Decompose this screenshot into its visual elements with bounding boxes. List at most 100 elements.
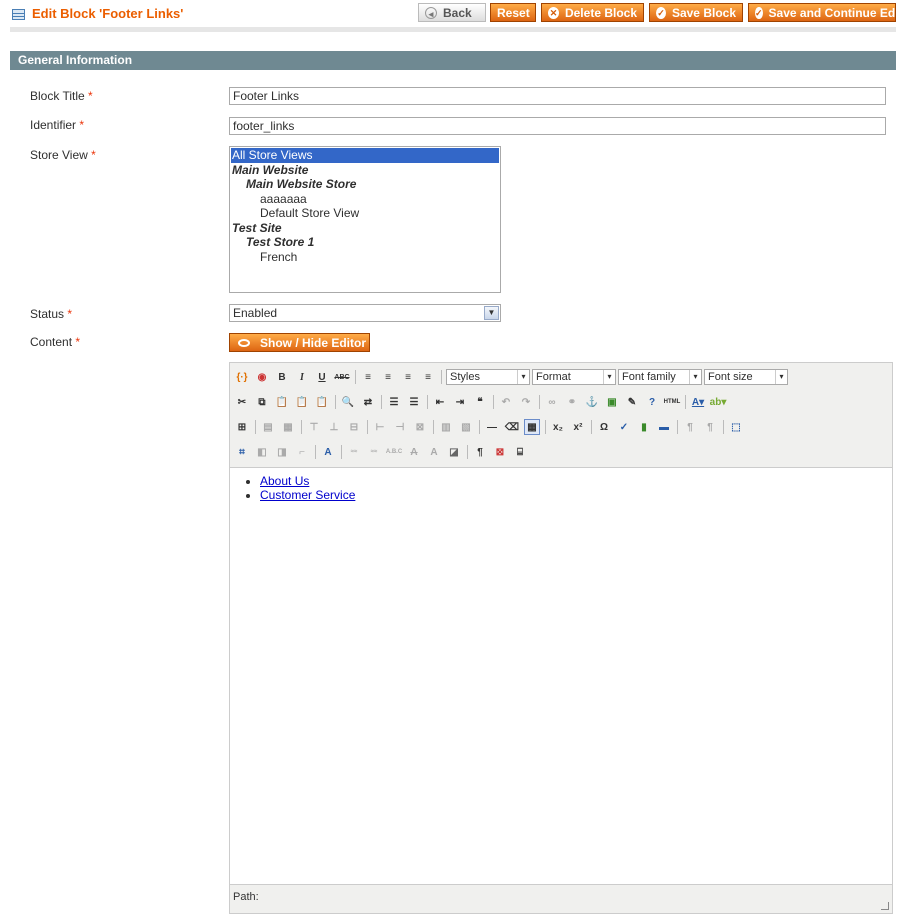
split-cells-icon[interactable]: ▥ — [438, 419, 454, 435]
image-icon[interactable]: ◉ — [254, 369, 270, 385]
store-view-group: Main Website Store — [246, 177, 357, 191]
store-view-option[interactable]: Default Store View — [231, 206, 499, 221]
nonbreaking-icon[interactable]: ⊠ — [492, 444, 508, 460]
paste-icon[interactable]: 📋 — [274, 394, 290, 410]
save-continue-button[interactable]: ✓ Save and Continue Edit — [748, 3, 903, 22]
content-list: About Us Customer Service — [260, 474, 892, 502]
cite-icon[interactable]: ≈≈ — [346, 444, 362, 460]
align-justify-icon[interactable]: ≡ — [420, 369, 436, 385]
highlight-color-icon[interactable]: ab▾ — [710, 394, 727, 410]
font-size-label: Font size — [708, 371, 753, 383]
store-view-option[interactable]: All Store Views — [231, 148, 499, 163]
status-select[interactable]: Enabled ▼ — [229, 304, 501, 322]
back-button[interactable]: ◂ Back — [418, 3, 486, 22]
save-block-button[interactable]: ✓ Save Block — [649, 3, 743, 22]
bullet-list-icon[interactable]: ☰ — [386, 394, 402, 410]
find-icon[interactable]: 🔍 — [340, 394, 356, 410]
delete-block-button[interactable]: ✕ Delete Block — [541, 3, 644, 22]
style-props-icon[interactable]: A — [320, 444, 336, 460]
resize-handle-icon[interactable] — [881, 902, 889, 910]
insert-col-before-icon[interactable]: ⊢ — [372, 419, 388, 435]
format-select[interactable]: Format ▾ — [532, 369, 616, 385]
label-text: Block Title — [30, 89, 85, 103]
font-size-select[interactable]: Font size ▾ — [704, 369, 788, 385]
ins-icon[interactable]: A — [426, 444, 442, 460]
store-view-option[interactable]: aaaaaaa — [231, 192, 499, 207]
bold-icon[interactable]: B — [274, 369, 290, 385]
ltr-icon[interactable]: ¶ — [682, 419, 698, 435]
delete-col-icon[interactable]: ⊠ — [412, 419, 428, 435]
status-label: Status * — [30, 307, 72, 321]
absolute-icon[interactable]: ⌐ — [294, 444, 310, 460]
acronym-icon[interactable]: A.B.C — [386, 444, 402, 460]
remove-format-icon[interactable]: ⌫ — [504, 419, 520, 435]
show-hide-editor-button[interactable]: Show / Hide Editor — [229, 333, 370, 352]
text-color-icon[interactable]: A▾ — [690, 394, 706, 410]
chevron-down-icon[interactable]: ▼ — [484, 306, 499, 320]
identifier-input[interactable]: footer_links — [229, 117, 886, 135]
rtl-icon[interactable]: ¶ — [702, 419, 718, 435]
visual-aid-icon[interactable]: ▦ — [524, 419, 540, 435]
spellcheck-icon[interactable]: ✓ — [616, 419, 632, 435]
media-icon[interactable]: ▮ — [636, 419, 652, 435]
reset-label: Reset — [497, 5, 530, 20]
fullscreen-icon[interactable]: ⬚ — [728, 419, 744, 435]
abbr-icon[interactable]: ≈≈ — [366, 444, 382, 460]
outdent-icon[interactable]: ⇤ — [432, 394, 448, 410]
copy-icon[interactable]: ⧉ — [254, 394, 270, 410]
move-forward-icon[interactable]: ◧ — [254, 444, 270, 460]
insert-row-after-icon[interactable]: ⊥ — [326, 419, 342, 435]
unlink-icon[interactable]: ⚭ — [564, 394, 580, 410]
editor-content-area[interactable]: About Us Customer Service — [230, 467, 892, 885]
strikethrough-icon[interactable]: ABC — [334, 369, 350, 385]
direction-icon[interactable]: ▬ — [656, 419, 672, 435]
insert-col-after-icon[interactable]: ⊣ — [392, 419, 408, 435]
attributes-icon[interactable]: ◪ — [446, 444, 462, 460]
align-left-icon[interactable]: ≡ — [360, 369, 376, 385]
superscript-icon[interactable]: x² — [570, 419, 586, 435]
replace-icon[interactable]: ⇄ — [360, 394, 376, 410]
paste-text-icon[interactable]: 📋 — [294, 394, 310, 410]
underline-icon[interactable]: U — [314, 369, 330, 385]
numbered-list-icon[interactable]: ☰ — [406, 394, 422, 410]
merge-cells-icon[interactable]: ▧ — [458, 419, 474, 435]
link-icon[interactable]: ∞ — [544, 394, 560, 410]
delete-row-icon[interactable]: ⊟ — [346, 419, 362, 435]
redo-icon[interactable]: ↷ — [518, 394, 534, 410]
insert-row-before-icon[interactable]: ⊤ — [306, 419, 322, 435]
font-family-select[interactable]: Font family ▾ — [618, 369, 702, 385]
customer-service-link[interactable]: Customer Service — [260, 488, 355, 502]
italic-icon[interactable]: I — [294, 369, 310, 385]
del-icon[interactable]: A — [406, 444, 422, 460]
insert-image-icon[interactable]: ▣ — [604, 394, 620, 410]
store-view-option[interactable]: French — [231, 250, 499, 265]
edit-table-icon[interactable]: ⊞ — [234, 419, 250, 435]
subscript-icon[interactable]: x₂ — [550, 419, 566, 435]
about-us-link[interactable]: About Us — [260, 474, 309, 488]
cleanup-icon[interactable]: ✎ — [624, 394, 640, 410]
indent-icon[interactable]: ⇥ — [452, 394, 468, 410]
paste-word-icon[interactable]: 📋 — [314, 394, 330, 410]
align-center-icon[interactable]: ≡ — [380, 369, 396, 385]
reset-button[interactable]: Reset — [490, 3, 536, 22]
store-view-multiselect[interactable]: All Store Views Main Website Main Website … — [229, 146, 501, 293]
styles-select[interactable]: Styles ▾ — [446, 369, 530, 385]
page-break-icon[interactable]: ⌸ — [512, 444, 528, 460]
html-source-icon[interactable]: HTML — [664, 394, 681, 410]
align-right-icon[interactable]: ≡ — [400, 369, 416, 385]
show-blocks-icon[interactable]: ¶ — [472, 444, 488, 460]
undo-icon[interactable]: ↶ — [498, 394, 514, 410]
move-backward-icon[interactable]: ◨ — [274, 444, 290, 460]
horizontal-rule-icon[interactable]: — — [484, 419, 500, 435]
anchor-icon[interactable]: ⚓ — [584, 394, 600, 410]
store-view-group: Test Store 1 — [246, 235, 315, 249]
insert-layer-icon[interactable]: ⌗ — [234, 444, 250, 460]
special-char-icon[interactable]: Ω — [596, 419, 612, 435]
widget-icon[interactable]: {·} — [234, 369, 250, 385]
block-title-input[interactable]: Footer Links — [229, 87, 886, 105]
help-icon[interactable]: ? — [644, 394, 660, 410]
table-row-props-icon[interactable]: ▤ — [260, 419, 276, 435]
blockquote-icon[interactable]: ❝ — [472, 394, 488, 410]
cut-icon[interactable]: ✂ — [234, 394, 250, 410]
table-cell-props-icon[interactable]: ▦ — [280, 419, 296, 435]
